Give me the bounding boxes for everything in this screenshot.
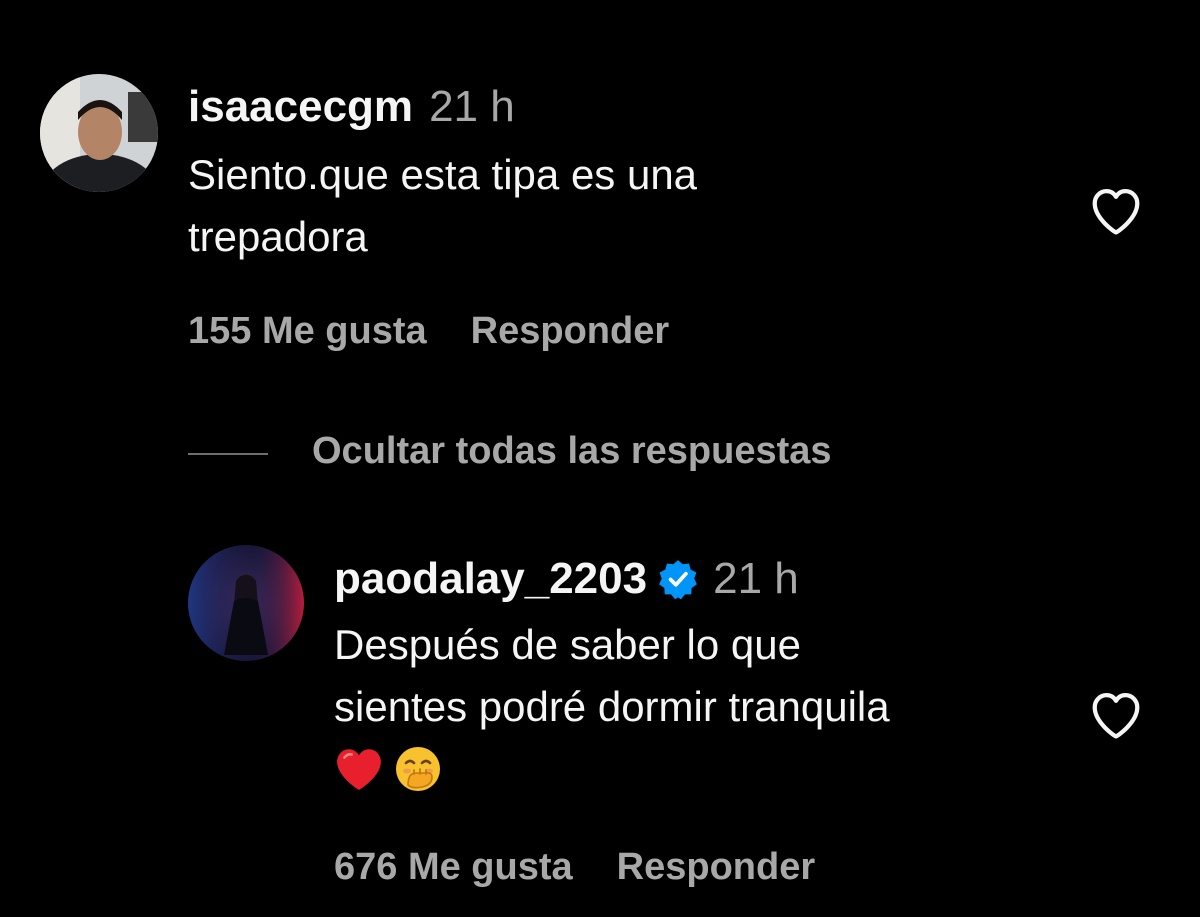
comment-actions: 155 Me gusta Responder — [188, 310, 669, 353]
verified-badge-icon — [657, 558, 699, 600]
avatar-isaacecgm[interactable] — [40, 74, 158, 192]
avatar-paodalay_2203[interactable] — [188, 545, 304, 661]
heart-icon[interactable] — [1087, 184, 1145, 236]
reply-button[interactable]: Responder — [617, 846, 815, 888]
avatar-photo — [188, 545, 304, 661]
comment-username[interactable]: paodalay_2203 21 h — [334, 554, 799, 604]
replies-divider — [188, 453, 268, 455]
avatar-photo — [40, 74, 158, 192]
comment-timestamp: 21 h — [713, 554, 799, 603]
comment-actions: 676 Me gusta Responder — [334, 846, 815, 889]
face-with-hand-over-mouth-icon — [396, 747, 440, 791]
reply-button[interactable]: Responder — [471, 310, 669, 352]
emoji-row — [334, 738, 890, 800]
comment-timestamp: 21 h — [429, 82, 515, 131]
likes-count[interactable]: 155 Me gusta — [188, 310, 427, 352]
comment-body: Después de saber lo que sientes podré do… — [334, 614, 890, 800]
comment-body: Siento.que esta tipa es una trepadora — [188, 151, 698, 260]
red-heart-icon — [337, 749, 381, 790]
comment-username[interactable]: isaacecgm 21 h — [188, 82, 515, 132]
hide-replies-button[interactable]: Ocultar todas las respuestas — [312, 430, 832, 473]
heart-icon[interactable] — [1087, 688, 1145, 740]
likes-count[interactable]: 676 Me gusta — [334, 846, 573, 888]
